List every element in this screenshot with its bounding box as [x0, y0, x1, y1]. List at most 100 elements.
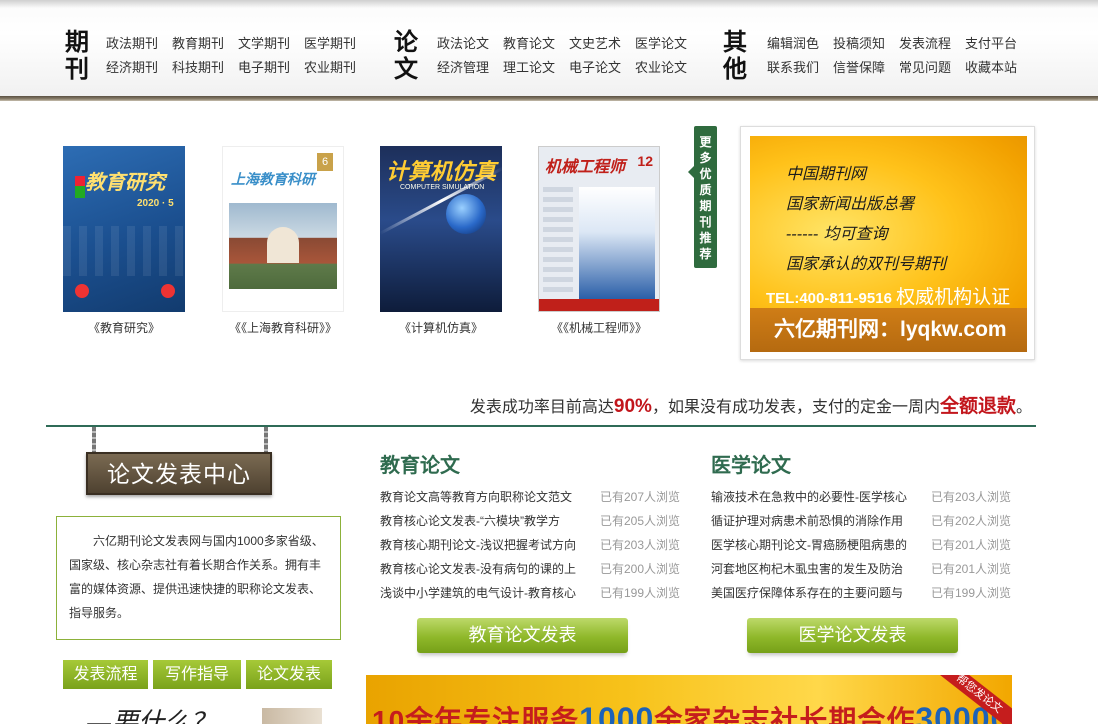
- publishing-center-sign: 论文发表中心: [86, 452, 272, 495]
- advert-phone: TEL:400-811-9516 权威机构认证: [766, 282, 1010, 309]
- magazine-cover[interactable]: 教育研究 2020 · 5: [63, 146, 185, 312]
- view-count: 已有199人浏览: [600, 586, 681, 600]
- nav-link[interactable]: 农业论文: [635, 57, 701, 76]
- list-item[interactable]: 教育核心论文发表-“六模块”教学方 已有205人浏览: [380, 509, 690, 533]
- magazine-cover[interactable]: 机械工程师 12: [538, 146, 660, 312]
- nav-link[interactable]: 科技期刊: [172, 57, 238, 76]
- cover-decoration: [63, 226, 185, 276]
- cover-title: 机械工程师: [545, 157, 626, 176]
- nav-link[interactable]: 电子论文: [569, 57, 635, 76]
- publish-paper-button[interactable]: 论文发表: [246, 660, 332, 689]
- nav-link[interactable]: 教育期刊: [172, 33, 238, 52]
- advert-site-name: 六亿期刊网：: [774, 318, 900, 341]
- promise-text: 。: [1015, 399, 1032, 416]
- nav-link[interactable]: 教育论文: [503, 33, 569, 52]
- sign-chain: [264, 427, 268, 453]
- list-item[interactable]: 输液技术在急救中的必要性-医学核心 已有203人浏览: [711, 485, 1021, 509]
- tab-char: 刊: [699, 215, 712, 229]
- article-title[interactable]: 河套地区枸杞木虱虫害的发生及防治: [711, 557, 931, 581]
- nav-link[interactable]: 政法论文: [437, 33, 503, 52]
- nav-link[interactable]: 农业期刊: [304, 57, 370, 76]
- why-heading: —要什么？: [86, 708, 217, 724]
- nav-link[interactable]: 收藏本站: [965, 57, 1031, 76]
- magazine-caption[interactable]: 《教育研究》: [44, 319, 204, 336]
- advert-banner[interactable]: 中国期刊网 国家新闻出版总署 ------ 均可查询 国家承认的双刊号期刊 TE…: [750, 136, 1027, 352]
- process-button[interactable]: 发表流程: [63, 660, 148, 689]
- nav-link[interactable]: 文史艺术: [569, 33, 635, 52]
- magazine-caption[interactable]: 《计算机仿真》: [361, 319, 521, 336]
- sign-chain: [92, 427, 96, 453]
- tab-char: 期: [699, 199, 712, 213]
- article-title[interactable]: 循证护理对病患术前恐惧的消除作用: [711, 509, 931, 533]
- list-item[interactable]: 河套地区枸杞木虱虫害的发生及防治 已有201人浏览: [711, 557, 1021, 581]
- more-journals-tab[interactable]: 更 多 优 质 期 刊 推 荐: [688, 126, 717, 268]
- nav-link[interactable]: 常见问题: [899, 57, 965, 76]
- article-title[interactable]: 教育核心论文发表-“六模块”教学方: [380, 509, 600, 533]
- success-rate: 90%: [613, 396, 652, 417]
- education-publish-button[interactable]: 教育论文发表: [417, 618, 628, 653]
- nav-link[interactable]: 医学期刊: [304, 33, 370, 52]
- banner-text-part: 10余年专注服务: [372, 705, 580, 724]
- banner-text-part: 余家杂志社长期合作: [654, 705, 916, 724]
- medical-publish-button[interactable]: 医学论文发表: [747, 618, 958, 653]
- nav-link[interactable]: 编辑润色: [767, 33, 833, 52]
- promise-text: 发表成功率目前高达: [469, 399, 614, 416]
- cover-decoration: [75, 186, 85, 198]
- magazine-caption[interactable]: 《《上海教育科研》》: [203, 319, 363, 336]
- cover-issue: 6: [317, 153, 333, 171]
- list-item[interactable]: 美国医疗保障体系存在的主要问题与 已有199人浏览: [711, 581, 1021, 605]
- nav-link[interactable]: 理工论文: [503, 57, 569, 76]
- article-title[interactable]: 教育核心期刊论文-浅议把握考试方向: [380, 533, 600, 557]
- magazine-card[interactable]: 计算机仿真 COMPUTER SIMULATION 《计算机仿真》: [361, 146, 521, 336]
- article-title[interactable]: 教育论文高等教育方向职称论文范文: [380, 485, 600, 509]
- education-article-list: 教育论文高等教育方向职称论文范文 已有207人浏览 教育核心论文发表-“六模块”教…: [380, 485, 690, 605]
- nav-link[interactable]: 投稿须知: [833, 33, 899, 52]
- service-banner[interactable]: 10余年专注服务1000余家杂志社长期合作300000篇论 帮您发论文: [366, 675, 1012, 724]
- writing-guide-button[interactable]: 写作指导: [153, 660, 241, 689]
- view-count: 已有202人浏览: [931, 514, 1012, 528]
- magazine-cover[interactable]: 计算机仿真 COMPUTER SIMULATION: [380, 146, 502, 312]
- list-item[interactable]: 教育核心论文发表-没有病句的课的上 已有200人浏览: [380, 557, 690, 581]
- nav-title-char: 期: [65, 27, 89, 56]
- nav-link[interactable]: 支付平台: [965, 33, 1031, 52]
- list-item[interactable]: 浅谈中小学建筑的电气设计-教育核心 已有199人浏览: [380, 581, 690, 605]
- advert-site-domain: lyqkw.com: [900, 318, 1007, 341]
- advert-box[interactable]: 中国期刊网 国家新闻出版总署 ------ 均可查询 国家承认的双刊号期刊 TE…: [740, 126, 1035, 360]
- article-title[interactable]: 教育核心论文发表-没有病句的课的上: [380, 557, 600, 581]
- nav-link[interactable]: 政法期刊: [106, 33, 172, 52]
- view-count: 已有201人浏览: [931, 538, 1012, 552]
- magazine-card[interactable]: 教育研究 2020 · 5 《教育研究》: [44, 146, 204, 336]
- list-item[interactable]: 循证护理对病患术前恐惧的消除作用 已有202人浏览: [711, 509, 1021, 533]
- nav-link[interactable]: 联系我们: [767, 57, 833, 76]
- magazine-cover[interactable]: 上海教育科研 6: [222, 146, 344, 312]
- list-item[interactable]: 教育核心期刊论文-浅议把握考试方向 已有203人浏览: [380, 533, 690, 557]
- cover-seal: [161, 284, 175, 298]
- article-title[interactable]: 浅谈中小学建筑的电气设计-教育核心: [380, 581, 600, 605]
- nav-link[interactable]: 文学期刊: [238, 33, 304, 52]
- article-title[interactable]: 美国医疗保障体系存在的主要问题与: [711, 581, 931, 605]
- nav-link[interactable]: 电子期刊: [238, 57, 304, 76]
- nav-link[interactable]: 经济管理: [437, 57, 503, 76]
- advert-line: 中国期刊网: [786, 164, 867, 183]
- magazine-caption[interactable]: 《《机械工程师》》: [519, 319, 679, 336]
- nav-link[interactable]: 医学论文: [635, 33, 701, 52]
- nav-link[interactable]: 信誉保障: [833, 57, 899, 76]
- nav-link[interactable]: 经济期刊: [106, 57, 172, 76]
- refund-highlight: 全额退款: [939, 396, 1016, 417]
- list-item[interactable]: 医学核心期刊论文-胃癌肠梗阻病患的 已有201人浏览: [711, 533, 1021, 557]
- view-count: 已有201人浏览: [931, 562, 1012, 576]
- nav-group-title: 其 他: [722, 28, 748, 86]
- section-title-medical[interactable]: 医学论文: [711, 449, 791, 478]
- view-count: 已有203人浏览: [931, 490, 1012, 504]
- article-title[interactable]: 输液技术在急救中的必要性-医学核心: [711, 485, 931, 509]
- article-title[interactable]: 医学核心期刊论文-胃癌肠梗阻病患的: [711, 533, 931, 557]
- section-title-education[interactable]: 教育论文: [380, 449, 460, 478]
- nav-title-char: 他: [723, 54, 747, 83]
- list-item[interactable]: 教育论文高等教育方向职称论文范文 已有207人浏览: [380, 485, 690, 509]
- nav-link[interactable]: 发表流程: [899, 33, 965, 52]
- earth-illustration: [446, 194, 486, 234]
- cover-photo: [579, 187, 655, 299]
- view-count: 已有200人浏览: [600, 562, 681, 576]
- magazine-card[interactable]: 机械工程师 12 《《机械工程师》》: [519, 146, 679, 336]
- magazine-card[interactable]: 上海教育科研 6 《《上海教育科研》》: [203, 146, 363, 336]
